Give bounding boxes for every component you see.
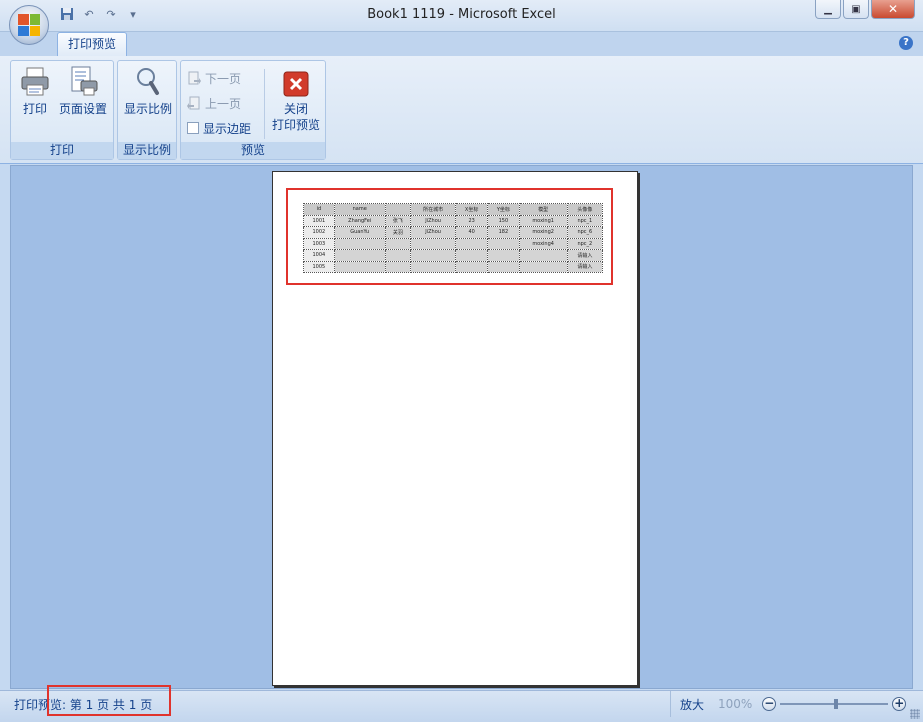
group-preview: 下一页 上一页 显示边距 关闭 打印预览 预览 [180,60,326,160]
zoom-in-button[interactable]: + [892,696,907,711]
window-title: Book1 1119 - Microsoft Excel [367,7,556,22]
help-icon[interactable]: ? [899,36,913,50]
show-margins-label: 显示边距 [203,121,252,136]
highlight-box-table [286,188,613,285]
close-preview-label-line2: 打印预览 [271,118,320,132]
prev-page-button[interactable]: 上一页 [187,94,241,112]
office-button[interactable] [9,5,49,45]
close-preview-label-line1: 关闭 [283,102,308,116]
printer-icon [19,65,51,97]
prev-page-icon [187,96,201,110]
prev-page-label: 上一页 [205,96,242,111]
zoom-slider[interactable] [780,699,889,709]
group-preview-label: 预览 [181,142,325,159]
show-margins-check-icon [187,122,199,134]
close-icon: ✕ [887,2,899,16]
minimize-icon: ▁ [824,3,832,15]
print-label: 打印 [22,102,47,116]
next-page-label: 下一页 [205,71,242,86]
window-controls: ▁ ▣ ✕ [815,0,915,19]
page-setup-button[interactable]: 页面设置 [55,65,111,117]
page-setup-icon [67,65,99,97]
office-logo-icon [18,14,40,36]
highlight-box-status [47,685,171,716]
restore-icon: ▣ [851,3,861,15]
next-page-button[interactable]: 下一页 [187,69,241,87]
group-print-label: 打印 [11,142,113,159]
resize-grip-icon[interactable] [910,709,920,719]
zoom-label: 显示比例 [123,102,172,116]
title-bar: ↶ ↷ ▾ Book1 1119 - Microsoft Excel ▁ ▣ ✕ [0,0,923,32]
group-print: 打印 页面设置 打印 [10,60,114,160]
zoom-in-label: 放大 [680,697,705,712]
close-preview-button[interactable]: 关闭 打印预览 [269,65,323,133]
close-preview-icon [283,71,309,97]
zoom-control: 放大 100% − + [670,691,923,717]
ribbon: 打印 页面设置 打印 显示比例 显示比例 下一页 上一页 显示边距 关闭 打印预… [0,56,923,164]
zoom-button[interactable]: 显示比例 [122,65,174,117]
restore-button[interactable]: ▣ [843,0,869,19]
page-setup-label: 页面设置 [58,102,107,116]
zoom-value: 100% [718,697,753,711]
minus-icon: − [764,696,775,710]
group-zoom: 显示比例 显示比例 [117,60,177,160]
show-margins-checkbox[interactable]: 显示边距 [187,119,251,137]
group-zoom-label: 显示比例 [118,142,176,159]
ribbon-tab-row: 打印预览 ? [0,32,923,57]
magnifier-icon [132,65,164,97]
minimize-button[interactable]: ▁ [815,0,841,19]
tab-print-preview[interactable]: 打印预览 [57,32,127,57]
next-page-icon [187,71,201,85]
print-button[interactable]: 打印 [17,65,53,117]
zoom-out-button[interactable]: − [762,696,777,711]
group-divider [264,69,265,139]
zoom-slider-thumb[interactable] [834,699,839,709]
plus-icon: + [894,696,905,710]
close-button[interactable]: ✕ [871,0,915,19]
